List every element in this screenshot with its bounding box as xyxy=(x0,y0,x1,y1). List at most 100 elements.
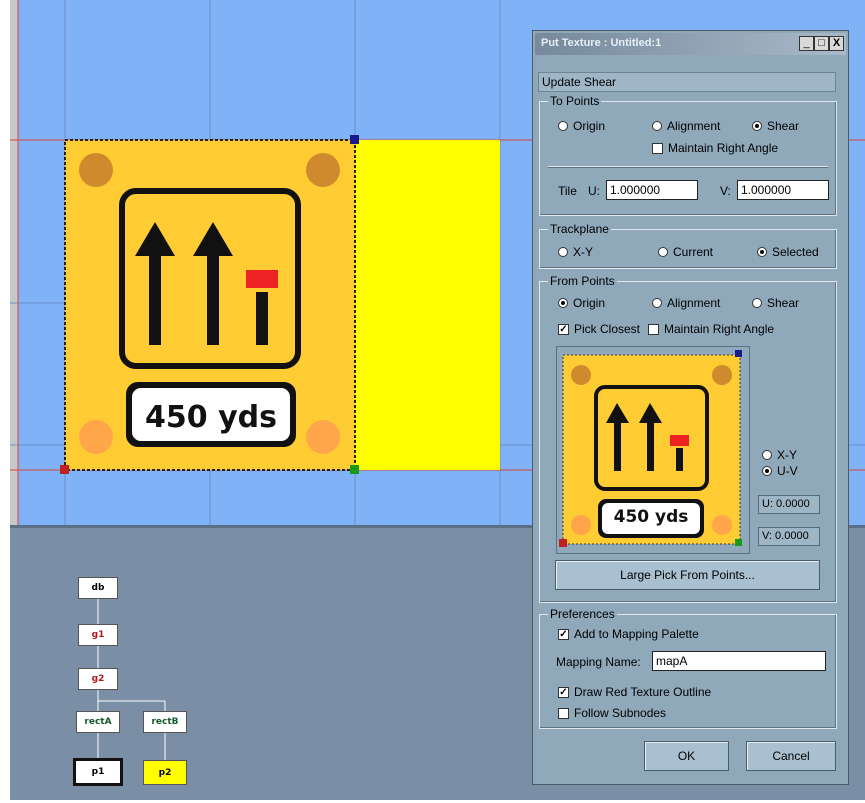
preferences-group: Preferences ✓ Add to Mapping Palette Mapp… xyxy=(539,607,837,729)
ok-button[interactable]: OK xyxy=(644,741,729,771)
checkbox-icon xyxy=(652,142,663,154)
tree-node-rectb[interactable]: rectB xyxy=(143,711,187,733)
follow-subnodes-checkbox[interactable]: Follow Subnodes xyxy=(558,706,666,720)
neighbor-rectangle xyxy=(355,140,500,470)
alignment-handle[interactable] xyxy=(350,465,359,474)
from-shear-radio[interactable]: Shear xyxy=(752,296,799,310)
follow-subnodes-label: Follow Subnodes xyxy=(574,706,667,720)
from-origin-label: Origin xyxy=(573,296,606,310)
tree-node-label: g2 xyxy=(91,674,105,684)
tree-node-label: p1 xyxy=(91,767,105,777)
to-points-group: To Points Origin Alignment Shear Maintai… xyxy=(539,94,837,216)
radio-icon xyxy=(762,450,772,460)
trackplane-current-radio[interactable]: Current xyxy=(658,245,713,259)
radio-icon xyxy=(652,298,662,308)
trackplane-xy-radio[interactable]: X-Y xyxy=(558,245,593,259)
checkbox-icon xyxy=(648,323,659,335)
preview-sign-text: 450 yds xyxy=(613,507,689,527)
from-origin-radio[interactable]: Origin xyxy=(558,296,605,310)
radio-selected-icon xyxy=(762,466,772,476)
tree-node-db[interactable]: db xyxy=(78,577,118,599)
trackplane-group: Trackplane X-Y Current Selected xyxy=(539,222,837,269)
mapping-name-input[interactable]: mapA xyxy=(652,651,826,671)
tree-node-label: g1 xyxy=(91,630,105,640)
to-alignment-radio[interactable]: Alignment xyxy=(652,119,720,133)
draw-red-outline-label: Draw Red Texture Outline xyxy=(574,685,712,699)
texture-preview-frame[interactable]: 450 yds xyxy=(556,346,750,554)
from-alignment-radio[interactable]: Alignment xyxy=(652,296,720,310)
tile-label: Tile xyxy=(558,184,577,198)
from-points-legend: From Points xyxy=(548,274,617,288)
shear-handle[interactable] xyxy=(350,135,359,144)
radio-icon xyxy=(558,121,568,131)
radio-selected-icon xyxy=(757,247,767,257)
add-to-palette-checkbox[interactable]: ✓ Add to Mapping Palette xyxy=(558,627,699,641)
to-origin-radio[interactable]: Origin xyxy=(558,119,605,133)
from-alignment-label: Alignment xyxy=(667,296,721,310)
add-to-palette-label: Add to Mapping Palette xyxy=(574,627,699,641)
minimize-button[interactable]: _ xyxy=(799,36,814,51)
to-maintain-right-angle-label: Maintain Right Angle xyxy=(668,141,779,155)
v-readout: V: 0.0000 xyxy=(758,527,820,546)
to-shear-radio[interactable]: Shear xyxy=(752,119,799,133)
mode-label: Update Shear xyxy=(538,72,836,92)
tile-u-label: U: xyxy=(588,184,600,198)
mapping-name-label: Mapping Name: xyxy=(556,655,641,669)
from-points-group: From Points Origin Alignment Shear ✓ Pick… xyxy=(539,274,837,603)
trackplane-selected-radio[interactable]: Selected xyxy=(757,245,819,259)
tree-node-p1[interactable]: p1 xyxy=(73,758,123,786)
tree-node-label: p2 xyxy=(158,767,172,778)
radio-icon xyxy=(652,121,662,131)
origin-handle[interactable] xyxy=(60,465,69,474)
coord-xy-radio[interactable]: X-Y xyxy=(762,448,797,462)
to-alignment-label: Alignment xyxy=(667,119,721,133)
checkbox-icon xyxy=(558,707,569,719)
tile-v-input[interactable]: 1.000000 xyxy=(737,180,829,200)
checkmark-icon: ✓ xyxy=(558,628,569,640)
tree-node-recta[interactable]: rectA xyxy=(76,711,120,733)
trackplane-selected-label: Selected xyxy=(772,245,819,259)
dialog-titlebar[interactable]: Put Texture : Untitled:1 _ □ X xyxy=(535,33,846,55)
checkmark-icon: ✓ xyxy=(558,686,569,698)
preferences-legend: Preferences xyxy=(548,607,617,621)
to-maintain-right-angle-checkbox[interactable]: Maintain Right Angle xyxy=(652,141,778,155)
trackplane-current-label: Current xyxy=(673,245,714,259)
trackplane-xy-label: X-Y xyxy=(573,245,594,259)
divider xyxy=(548,166,828,168)
checkmark-icon: ✓ xyxy=(558,323,569,335)
pick-closest-label: Pick Closest xyxy=(574,322,641,336)
to-shear-label: Shear xyxy=(767,119,800,133)
tree-node-g1[interactable]: g1 xyxy=(78,624,118,646)
coord-xy-label: X-Y xyxy=(777,448,798,462)
tile-v-label: V: xyxy=(720,184,731,198)
to-origin-label: Origin xyxy=(573,119,606,133)
put-texture-dialog: Put Texture : Untitled:1 _ □ X Update Sh… xyxy=(532,30,849,785)
tree-node-label: rectB xyxy=(151,717,179,727)
coord-uv-radio[interactable]: U-V xyxy=(762,464,798,478)
radio-icon xyxy=(658,247,668,257)
viewport-sign-text: 450 yds xyxy=(145,400,277,435)
radio-selected-icon xyxy=(752,121,762,131)
u-readout: U: 0.0000 xyxy=(758,495,820,514)
large-pick-from-points-button[interactable]: Large Pick From Points... xyxy=(555,560,820,590)
close-button[interactable]: X xyxy=(829,36,844,51)
cancel-button[interactable]: Cancel xyxy=(746,741,836,771)
tile-u-input[interactable]: 1.000000 xyxy=(606,180,698,200)
tree-node-g2[interactable]: g2 xyxy=(78,668,118,690)
from-maintain-right-angle-checkbox[interactable]: Maintain Right Angle xyxy=(648,322,774,336)
radio-icon xyxy=(752,298,762,308)
from-shear-label: Shear xyxy=(767,296,800,310)
to-points-legend: To Points xyxy=(548,94,602,108)
from-maintain-right-angle-label: Maintain Right Angle xyxy=(664,322,775,336)
dialog-title: Put Texture : Untitled:1 xyxy=(541,37,662,49)
tree-node-label: db xyxy=(91,583,105,593)
draw-red-outline-checkbox[interactable]: ✓ Draw Red Texture Outline xyxy=(558,685,711,699)
radio-selected-icon xyxy=(558,298,568,308)
tree-node-p2[interactable]: p2 xyxy=(143,760,187,785)
tree-node-label: rectA xyxy=(84,717,112,727)
trackplane-legend: Trackplane xyxy=(548,222,611,236)
maximize-button[interactable]: □ xyxy=(814,36,829,51)
radio-icon xyxy=(558,247,568,257)
coord-uv-label: U-V xyxy=(777,464,798,478)
pick-closest-checkbox[interactable]: ✓ Pick Closest xyxy=(558,322,640,336)
